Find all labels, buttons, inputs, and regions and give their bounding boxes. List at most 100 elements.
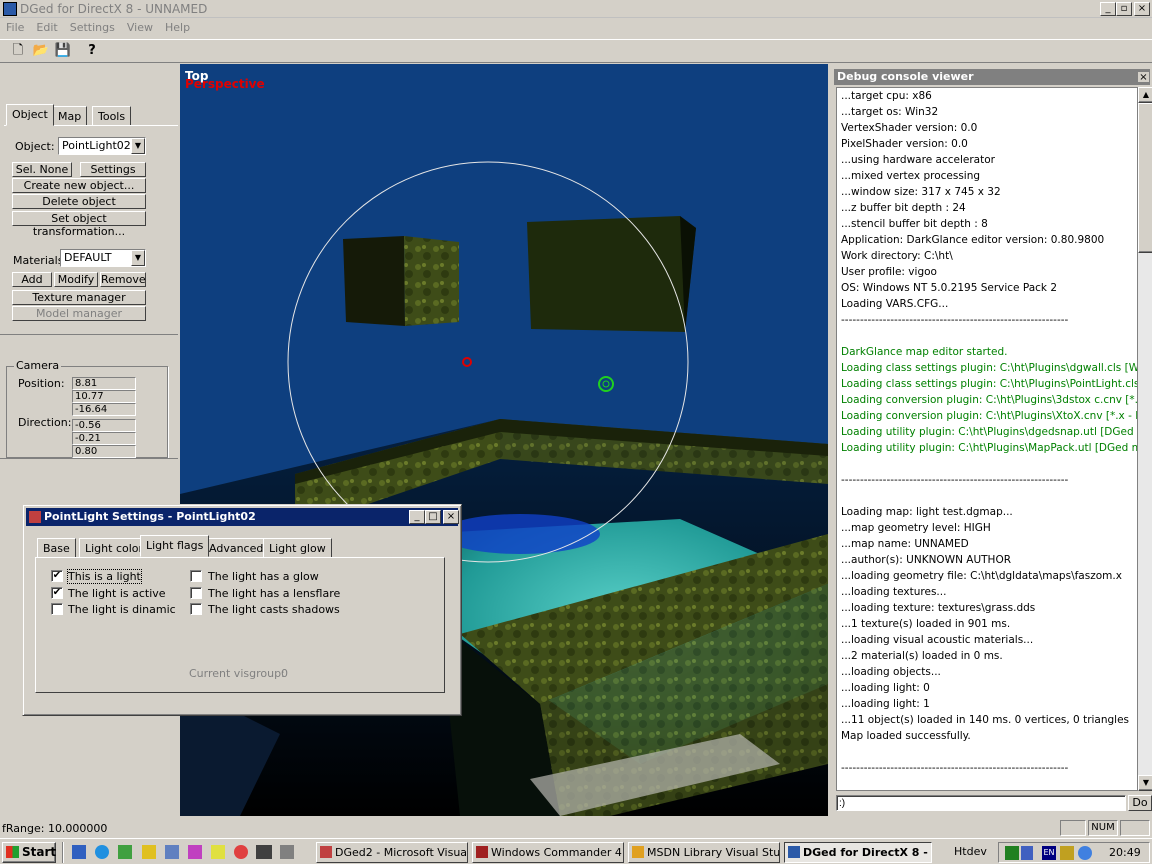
tab-tools[interactable]: Tools	[92, 106, 132, 126]
language-indicator[interactable]: EN	[1042, 846, 1056, 860]
msdn-icon[interactable]	[256, 845, 272, 859]
status-pane	[1060, 820, 1086, 836]
quicklaunch-icon[interactable]	[165, 845, 179, 859]
task-windows-commander[interactable]: Windows Commander 4....	[472, 842, 624, 863]
this-is-a-light-checkbox[interactable]: ✔	[51, 570, 63, 582]
light-lensflare-checkbox[interactable]	[190, 587, 202, 599]
tab-base[interactable]: Base	[37, 538, 76, 558]
settings-button[interactable]: Settings	[80, 162, 146, 177]
scroll-down-icon[interactable]: ▼	[1138, 775, 1152, 791]
quicklaunch-icon[interactable]	[280, 845, 294, 859]
direction-label: Direction:	[18, 416, 72, 429]
position-y-field[interactable]: 10.77	[72, 390, 136, 403]
light-active-checkbox[interactable]: ✔	[51, 587, 63, 599]
status-bar: fRange: 10.000000 NUM	[0, 818, 1152, 838]
help-icon[interactable]: ?	[82, 42, 102, 61]
direction-z-field[interactable]: 0.80	[72, 445, 136, 458]
position-z-field[interactable]: -16.64	[72, 403, 136, 416]
quicklaunch-icon[interactable]	[211, 845, 225, 859]
dialog-minimize-button[interactable]: _	[409, 510, 425, 524]
window-title: DGed for DirectX 8 - UNNAMED	[20, 2, 208, 16]
menu-help[interactable]: Help	[159, 19, 196, 36]
tray-icon[interactable]	[1005, 846, 1019, 860]
sel-none-button[interactable]: Sel. None	[12, 162, 72, 177]
task-dged2-visual[interactable]: DGed2 - Microsoft Visual...	[316, 842, 468, 863]
menu-settings[interactable]: Settings	[64, 19, 121, 36]
add-material-button[interactable]: Add	[12, 272, 52, 287]
quicklaunch-icon[interactable]	[188, 845, 202, 859]
htdev-label[interactable]: Htdev	[954, 845, 987, 858]
light-active-label[interactable]: The light is active	[68, 587, 166, 600]
light-glow-label[interactable]: The light has a glow	[208, 570, 319, 583]
set-transformation-button[interactable]: Set object transformation...	[12, 211, 146, 238]
minimize-button[interactable]: _	[1100, 2, 1116, 16]
object-select-value: PointLight02	[62, 139, 131, 152]
this-is-a-light-label[interactable]: This is a light	[67, 569, 142, 584]
log-line: ...loading geometry file: C:\ht\dgldata\…	[841, 570, 1122, 582]
tray-icon[interactable]	[1078, 846, 1092, 860]
close-button[interactable]: ×	[1134, 2, 1150, 16]
task-msdn-library[interactable]: MSDN Library Visual Stu...	[628, 842, 780, 863]
log-line: Loading conversion plugin: C:\ht\Plugins…	[841, 410, 1137, 422]
dialog-close-button[interactable]: ×	[443, 510, 459, 524]
light-shadows-label[interactable]: The light casts shadows	[208, 603, 340, 616]
chevron-down-icon[interactable]: ▼	[131, 138, 145, 154]
close-icon[interactable]: ×	[1137, 71, 1150, 83]
materials-select[interactable]: DEFAULT ▼	[60, 249, 146, 267]
log-line: ...loading objects...	[841, 666, 941, 678]
app-icon[interactable]	[3, 2, 17, 16]
menu-view[interactable]: View	[121, 19, 159, 36]
media-icon[interactable]	[142, 845, 156, 859]
position-x-field[interactable]: 8.81	[72, 377, 136, 390]
task-label: MSDN Library Visual Stu...	[647, 846, 780, 859]
console-input[interactable]	[836, 795, 1126, 811]
log-line: PixelShader version: 0.0	[841, 138, 968, 150]
browser-icon[interactable]	[95, 845, 109, 859]
remove-material-button[interactable]: Remove	[100, 272, 146, 287]
tab-light-glow[interactable]: Light glow	[263, 538, 332, 558]
modify-material-button[interactable]: Modify	[54, 272, 98, 287]
tab-advanced[interactable]: Advanced	[203, 538, 270, 558]
quicklaunch-icon[interactable]	[72, 845, 86, 859]
chevron-down-icon[interactable]: ▼	[131, 250, 145, 266]
tab-map[interactable]: Map	[52, 106, 88, 126]
object-select[interactable]: PointLight02 ▼	[58, 137, 146, 155]
console-log[interactable]: ...target cpu: x86 ...target os: Win32 Ver…	[836, 87, 1138, 791]
log-line: User profile: vigoo	[841, 266, 937, 278]
light-shadows-checkbox[interactable]	[190, 603, 202, 615]
do-button[interactable]: Do	[1128, 795, 1152, 811]
delete-object-button[interactable]: Delete object	[12, 194, 146, 209]
texture-manager-button[interactable]: Texture manager	[12, 290, 146, 305]
app-icon	[632, 846, 644, 858]
console-scrollbar[interactable]: ▲ ▼	[1138, 87, 1152, 791]
task-dged-directx8[interactable]: DGed for DirectX 8 - ...	[784, 842, 932, 863]
light-glow-checkbox[interactable]	[190, 570, 202, 582]
quicklaunch-icon[interactable]	[234, 845, 248, 859]
log-line: ...mixed vertex processing	[841, 170, 981, 182]
new-file-icon[interactable]: 🗋	[8, 42, 28, 61]
direction-x-field[interactable]: -0.56	[72, 419, 136, 432]
tab-object[interactable]: Object	[6, 104, 54, 126]
create-object-button[interactable]: Create new object...	[12, 178, 146, 193]
volume-icon[interactable]	[1021, 846, 1033, 860]
log-line: Loading class settings plugin: C:\ht\Plu…	[841, 362, 1137, 374]
light-dinamic-label[interactable]: The light is dinamic	[68, 603, 176, 616]
log-line: ...11 object(s) loaded in 140 ms. 0 vert…	[841, 714, 1130, 726]
scroll-up-icon[interactable]: ▲	[1138, 87, 1152, 103]
open-folder-icon[interactable]: 📂	[31, 42, 51, 61]
save-icon[interactable]: 💾	[53, 42, 73, 61]
restore-button[interactable]: ▫	[1116, 2, 1132, 16]
tab-light-flags[interactable]: Light flags	[140, 535, 210, 557]
scroll-thumb[interactable]	[1138, 103, 1152, 253]
tab-light-color[interactable]: Light color	[79, 538, 150, 558]
menu-file[interactable]: File	[0, 19, 30, 36]
log-line: ...loading texture: textures\grass.dds	[841, 602, 1036, 614]
menu-edit[interactable]: Edit	[30, 19, 63, 36]
direction-y-field[interactable]: -0.21	[72, 432, 136, 445]
light-lensflare-label[interactable]: The light has a lensflare	[208, 587, 340, 600]
dialog-maximize-button[interactable]: □	[425, 510, 441, 524]
light-dinamic-checkbox[interactable]	[51, 603, 63, 615]
tray-icon[interactable]	[1060, 846, 1074, 860]
quicklaunch-icon[interactable]	[118, 845, 132, 859]
start-button[interactable]: Start	[2, 842, 56, 863]
